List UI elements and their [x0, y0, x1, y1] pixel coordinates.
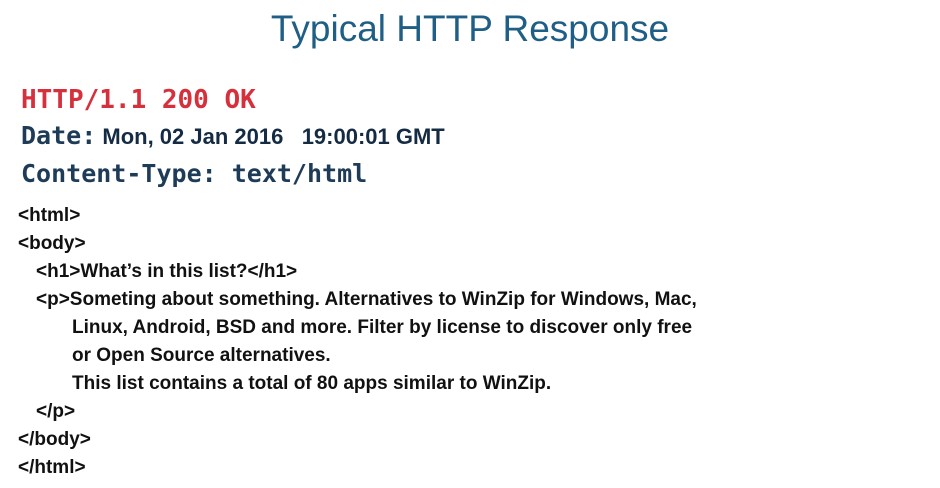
body-line-body-close: </body>	[18, 429, 91, 450]
body-line-body-open: <body>	[18, 233, 86, 254]
response-body: <html> <body> <h1>What’s in this list?</…	[18, 202, 697, 482]
date-header-value: Mon, 02 Jan 2016 19:00:01 GMT	[96, 124, 445, 149]
date-header: Date: Mon, 02 Jan 2016 19:00:01 GMT	[21, 120, 445, 153]
body-line-p-text-2: or Open Source alternatives.	[72, 345, 331, 366]
status-line: HTTP/1.1 200 OK	[21, 85, 256, 115]
date-header-name: Date:	[21, 121, 97, 150]
body-line-p-close: </p>	[36, 401, 76, 422]
content-type-header: Content-Type: text/html	[21, 159, 368, 188]
body-line-html-open: <html>	[18, 205, 81, 226]
page-title: Typical HTTP Response	[270, 8, 670, 49]
body-line-p-open: <p>Someting about something. Alternative…	[36, 289, 697, 310]
body-line-h1: <h1>What’s in this list?</h1>	[36, 261, 298, 282]
body-line-html-close: </html>	[18, 457, 86, 478]
body-line-p-text-1: Linux, Android, BSD and more. Filter by …	[72, 317, 693, 338]
body-line-p-text-3: This list contains a total of 80 apps si…	[72, 373, 552, 394]
